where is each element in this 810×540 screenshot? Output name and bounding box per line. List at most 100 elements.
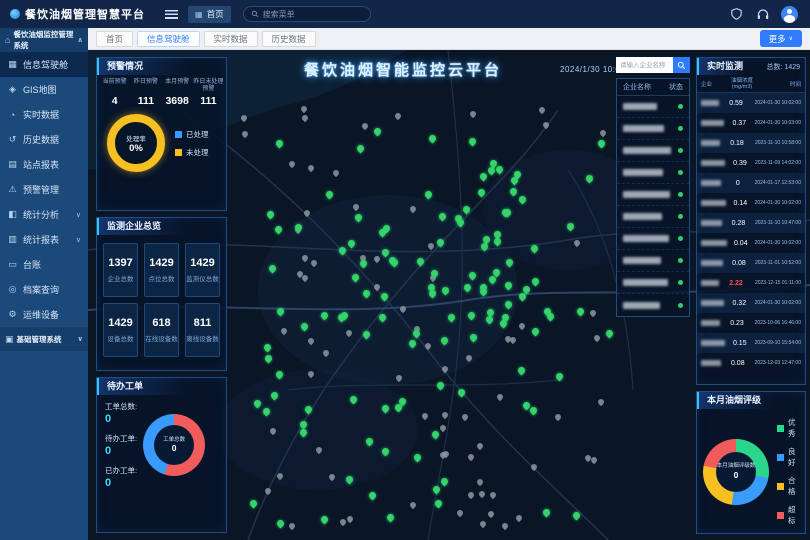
sidebar-item[interactable]: ◔实时数据: [0, 102, 88, 127]
company-name-redacted: [623, 213, 662, 220]
timestamp: 2023-12-15 01:11:00: [753, 280, 801, 286]
menu-search[interactable]: [243, 6, 371, 22]
stat-value: 618: [152, 317, 170, 329]
overview-stat-box: 1397企业总数: [103, 243, 138, 297]
workorder-stat-label: 待办工单:: [105, 433, 137, 444]
realtime-row[interactable]: 0.042024-01-30 10:02:00: [697, 233, 805, 253]
realtime-row[interactable]: 02024-01-17 12:53:00: [697, 173, 805, 193]
realtime-row[interactable]: 0.082023-11-01 10:52:00: [697, 253, 805, 273]
realtime-row[interactable]: 0.082023-12-03 12:47:00: [697, 353, 805, 373]
realtime-rows: 0.592024-01-30 10:02:000.372024-01-30 10…: [697, 93, 805, 384]
legend-swatch: [175, 149, 182, 156]
breadcrumb-home-chip[interactable]: ▦ 首页: [188, 6, 231, 23]
page-tab[interactable]: 首页: [96, 31, 133, 47]
alarm-legend: 已处理未处理: [175, 129, 209, 158]
shield-icon[interactable]: [727, 5, 745, 23]
company-row[interactable]: [617, 250, 689, 272]
alarm-stats: 当前预警4昨日预警111本月预警3698昨日未处理预警111: [97, 75, 226, 109]
company-row[interactable]: [617, 118, 689, 140]
user-avatar[interactable]: [781, 6, 798, 23]
status-dot: [678, 170, 683, 175]
sidebar-item[interactable]: ▤ 站点报表: [0, 152, 88, 177]
more-button[interactable]: 更多 ∨: [760, 30, 802, 47]
realtime-panel-title: 实时监测: [697, 58, 767, 75]
sidebar-item[interactable]: ◈GIS地图: [0, 77, 88, 102]
realtime-row[interactable]: 0.152023-09-10 15:54:00: [697, 333, 805, 353]
legend-label: 已处理: [186, 129, 209, 140]
stat-value: 1429: [190, 257, 214, 269]
sidebar-item[interactable]: ⚠预警管理: [0, 177, 88, 202]
company-name-redacted: [701, 100, 719, 106]
company-row[interactable]: [617, 294, 689, 316]
page-tabs: 首页信息驾驶舱实时数据历史数据: [96, 31, 316, 47]
company-search-input[interactable]: [616, 57, 673, 73]
sidebar-item[interactable]: ▭台账: [0, 252, 88, 277]
company-row[interactable]: [617, 272, 689, 294]
realtime-row[interactable]: 0.142024-01-30 10:02:00: [697, 193, 805, 213]
chevron-up-icon: ∧: [77, 36, 83, 44]
sidebar-item[interactable]: ↺历史数据: [0, 127, 88, 152]
alarm-stat-label: 昨日未处理预警: [193, 79, 224, 93]
sidebar-item-label: 运维设备: [23, 308, 59, 321]
stat-value: 1429: [149, 257, 173, 269]
alarm-panel-title: 预警情况: [97, 58, 226, 75]
realtime-row[interactable]: 0.322024-01-30 10:02:00: [697, 293, 805, 313]
company-row[interactable]: [617, 206, 689, 228]
headset-icon[interactable]: [754, 5, 772, 23]
company-row[interactable]: [617, 162, 689, 184]
legend-swatch: [777, 483, 784, 490]
sidebar-item-label: 站点报表: [23, 158, 59, 171]
stat-value: 1429: [108, 317, 132, 329]
realtime-row[interactable]: 0.282023-11-10 10:47:00: [697, 213, 805, 233]
app-title: 餐饮油烟管理智慧平台: [25, 6, 145, 22]
concentration-value: 0.32: [724, 300, 755, 307]
sidebar-base-system-title[interactable]: ▣ 基础管理系统 ∨: [0, 327, 88, 351]
page-tab[interactable]: 实时数据: [204, 31, 258, 47]
stat-label: 点位总数: [149, 273, 175, 283]
legend-label: 优秀: [788, 417, 799, 439]
sidebar-item[interactable]: ▦信息驾驶舱: [0, 52, 88, 77]
company-name-redacted: [701, 120, 724, 126]
workorder-stat: 已办工单:0: [105, 465, 137, 489]
sidebar-item[interactable]: ◧统计分析∨: [0, 202, 88, 227]
company-name-redacted: [701, 160, 725, 166]
page-tabbar: 首页信息驾驶舱实时数据历史数据 更多 ∨: [88, 28, 810, 50]
company-row[interactable]: [617, 228, 689, 250]
status-dot: [678, 192, 683, 197]
company-row[interactable]: [617, 140, 689, 162]
realtime-row[interactable]: 0.392023-11-09 14:02:00: [697, 153, 805, 173]
rating-legend: 优秀良好合格超标: [777, 417, 799, 526]
company-search-button[interactable]: [673, 57, 690, 73]
realtime-row[interactable]: 0.592024-01-30 10:02:00: [697, 93, 805, 113]
main-area: 首页信息驾驶舱实时数据历史数据 更多 ∨: [88, 28, 810, 540]
menu-item-icon: ⚙: [7, 309, 18, 320]
workorder-donut-value: 0: [172, 443, 177, 453]
menu-search-input[interactable]: [263, 10, 363, 19]
top-header: 餐饮油烟管理智慧平台 ▦ 首页: [0, 0, 810, 28]
menu-item-icon: ▤: [7, 159, 18, 170]
company-row[interactable]: [617, 96, 689, 118]
sidebar-item[interactable]: ◎档案查询: [0, 277, 88, 302]
company-name-redacted: [701, 340, 725, 346]
company-name-redacted: [623, 235, 669, 242]
status-dot: [678, 126, 683, 131]
realtime-row[interactable]: 2.222023-12-15 01:11:00: [697, 273, 805, 293]
timestamp: 2024-01-30 10:02:00: [755, 240, 801, 246]
menu-toggle-icon[interactable]: [165, 10, 178, 19]
company-row[interactable]: [617, 184, 689, 206]
sidebar-system-title[interactable]: ⌂ 餐饮油烟监控管理系统 ∧: [0, 28, 88, 52]
page-tab[interactable]: 历史数据: [262, 31, 316, 47]
folder-icon: ▣: [5, 334, 14, 345]
page-tab[interactable]: 信息驾驶舱: [137, 31, 200, 47]
company-name-redacted: [701, 180, 721, 186]
company-name-redacted: [701, 220, 722, 226]
alarm-stat-label: 本月预警: [162, 79, 193, 93]
sidebar-item[interactable]: ▥统计报表∨: [0, 227, 88, 252]
sidebar-item[interactable]: ⚙ 运维设备: [0, 302, 88, 327]
concentration-value: 0.28: [722, 220, 755, 227]
realtime-row[interactable]: 0.182023-11-10 10:58:00: [697, 133, 805, 153]
realtime-row[interactable]: 0.372024-01-30 10:03:00: [697, 113, 805, 133]
realtime-row[interactable]: 0.232023-10-06 16:46:00: [697, 313, 805, 333]
status-dot: [678, 148, 683, 153]
legend-item: 未处理: [175, 147, 209, 158]
